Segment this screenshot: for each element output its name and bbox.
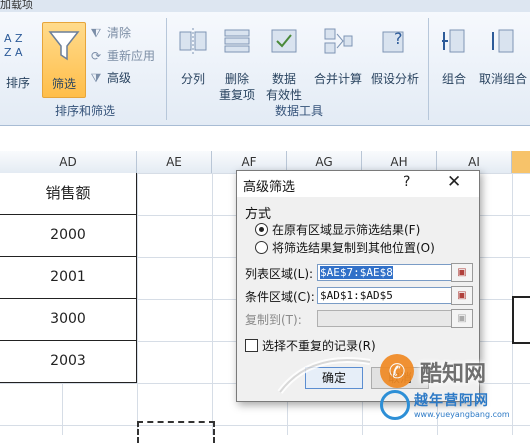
watermark-brand-2: 越年营阿网: [414, 393, 489, 409]
reapply-filter-icon: ⟳: [90, 49, 102, 63]
text-to-columns-button[interactable]: 分列: [172, 22, 214, 98]
range-picker-icon[interactable]: ▣: [451, 309, 473, 328]
column-header-selected[interactable]: [512, 151, 530, 173]
group-label-data-tools: 数据工具: [274, 104, 323, 118]
copy-to-label: 复制到(T):: [245, 313, 302, 327]
text-to-columns-icon: [179, 28, 207, 54]
clear-filter-icon: ⧨: [90, 26, 102, 40]
data-validation-icon: [271, 29, 297, 53]
radio-in-place[interactable]: 在原有区域显示筛选结果(F): [255, 222, 420, 238]
close-icon[interactable]: ✕: [447, 172, 461, 192]
group-label-sort-filter: 排序和筛选: [54, 104, 115, 118]
formula-bar-area: [0, 126, 530, 151]
watermark-logo-icon: ✆: [380, 354, 414, 388]
remove-duplicates-button[interactable]: 删除 重复项: [214, 22, 260, 102]
clear-button[interactable]: ⧨ 清除: [89, 24, 131, 42]
consolidate-icon: [324, 28, 353, 54]
what-if-analysis-icon: ?: [382, 29, 404, 53]
watermark-yueyang: 越年营阿网 www.yueyangbang.com: [380, 388, 530, 435]
list-range-input[interactable]: $AE$7:$AE$8: [317, 264, 453, 281]
remove-duplicates-icon: [224, 29, 250, 53]
consolidate-button[interactable]: 合并计算: [310, 22, 366, 98]
reapply-button[interactable]: ⟳ 重新应用: [89, 47, 155, 65]
addins-tab[interactable]: 加载项: [0, 0, 33, 12]
sort-button[interactable]: A Z Z A 排序: [0, 22, 36, 98]
group-rows-icon: [442, 29, 465, 53]
what-if-analysis-button[interactable]: ? 假设分析: [366, 22, 424, 98]
ribbon-tab-strip: 加载项: [0, 0, 530, 12]
ungroup-rows-icon: [492, 29, 514, 53]
consolidate-label: 合并计算: [313, 72, 362, 86]
cell-ad-value[interactable]: 3000: [0, 299, 137, 341]
ribbon: A Z Z A 排序 筛选 ⧨清除 ⟳重新应用 ⧩高级 排序和筛选 分列: [0, 12, 530, 126]
cell-ad-value[interactable]: 2003: [0, 341, 137, 383]
advanced-filter-button[interactable]: ⧩ 高级: [89, 69, 131, 87]
text-to-columns-label: 分列: [180, 72, 205, 86]
dialog-title: 高级筛选: [243, 180, 296, 195]
filter-funnel-icon: [48, 31, 80, 61]
help-icon[interactable]: ?: [403, 174, 410, 190]
column-header-ad[interactable]: AD: [0, 151, 137, 173]
cell-ad-value[interactable]: 2001: [0, 257, 137, 299]
criteria-range-label: 条件区域(C):: [245, 290, 315, 304]
criteria-range-input[interactable]: $AD$1:$AD$5: [317, 287, 453, 304]
watermark-swoosh-icon: [277, 357, 371, 394]
svg-text:Z A: Z A: [4, 46, 23, 59]
data-validation-label-2: 有效性: [265, 88, 302, 102]
group-separator: [428, 18, 429, 120]
group-button[interactable]: 组合: [434, 22, 474, 98]
remove-duplicates-label-2: 重复项: [218, 88, 255, 102]
group-separator: [166, 18, 167, 120]
data-validation-label-1: 数据: [271, 72, 296, 86]
copy-to-input[interactable]: [317, 310, 453, 327]
cell-ad-header[interactable]: 销售额: [0, 173, 137, 215]
selected-cell-border[interactable]: [512, 296, 530, 344]
sort-label: 排序: [5, 76, 30, 90]
group-label: 组合: [441, 72, 466, 86]
dialog-titlebar[interactable]: 高级筛选 ? ✕: [237, 171, 479, 197]
watermark-globe-icon: [380, 390, 410, 420]
sort-az-icon: A Z Z A: [4, 32, 23, 59]
radio-button-checked[interactable]: [255, 223, 268, 236]
mode-section-label: 方式: [245, 207, 272, 222]
ungroup-label: 取消组合: [478, 72, 527, 86]
what-if-analysis-label: 假设分析: [370, 72, 419, 86]
cell-ad-value[interactable]: 2000: [0, 215, 137, 257]
svg-text:A Z: A Z: [4, 32, 23, 45]
ungroup-button[interactable]: 取消组合: [476, 22, 530, 98]
advanced-filter-icon: ⧩: [90, 71, 102, 85]
radio-copy-to[interactable]: 将筛选结果复制到其他位置(O): [255, 240, 435, 256]
range-picker-icon[interactable]: ▣: [451, 263, 473, 282]
radio-button-unchecked[interactable]: [255, 241, 268, 254]
unique-records-checkbox[interactable]: [245, 339, 258, 352]
watermark-url: www.yueyangbang.com: [414, 410, 510, 419]
range-picker-icon[interactable]: ▣: [451, 286, 473, 305]
remove-duplicates-label-1: 删除: [224, 72, 249, 86]
list-range-label: 列表区域(L):: [245, 267, 314, 281]
column-header-ae[interactable]: AE: [137, 151, 212, 173]
filter-label: 筛选: [51, 77, 76, 91]
filter-button[interactable]: 筛选: [42, 22, 86, 98]
svg-text:?: ?: [394, 29, 403, 48]
copy-marquee: [137, 421, 215, 443]
watermark-brand: 酷知网: [420, 362, 487, 387]
data-validation-button[interactable]: 数据 有效性: [260, 22, 308, 102]
